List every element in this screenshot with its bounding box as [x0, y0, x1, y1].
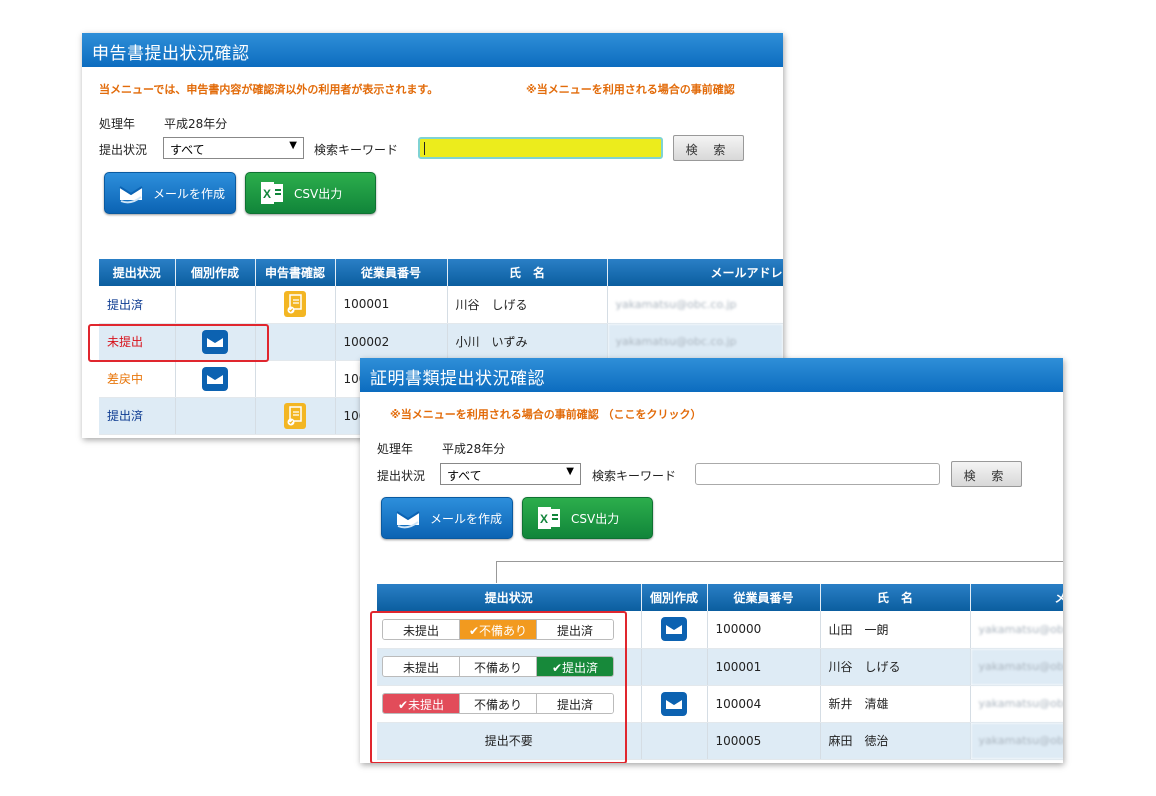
- search-button[interactable]: 検 索: [673, 135, 744, 161]
- keyword-input[interactable]: [418, 137, 663, 159]
- col-header[interactable]: 従業員番号: [707, 584, 821, 611]
- col-header[interactable]: 申告書確認: [255, 259, 336, 286]
- status-select-value: すべて: [170, 143, 205, 157]
- keyword-label: 検索キーワード: [592, 469, 677, 483]
- csv-export-label: CSV出力: [294, 186, 343, 201]
- col-header[interactable]: メ: [970, 584, 1063, 611]
- status-select[interactable]: すべて ▼: [163, 137, 304, 159]
- pre-check-link[interactable]: ※当メニューを利用される場合の事前確認 （ここをクリック）: [390, 406, 702, 422]
- status-cell: 提出済: [99, 397, 176, 435]
- individual-cell: [641, 611, 708, 649]
- name-cell: 川谷 しげる: [447, 286, 608, 324]
- email-cell: yakamatsu@obc.co.jp: [970, 648, 1063, 686]
- status-label: 提出状況: [99, 143, 148, 157]
- svg-text:X: X: [263, 187, 271, 201]
- status-select[interactable]: すべて ▼: [440, 463, 581, 485]
- csv-export-button[interactable]: X CSV出力: [522, 497, 653, 539]
- mail-icon[interactable]: [661, 617, 687, 642]
- mail-icon: [394, 506, 422, 530]
- mail-icon[interactable]: [202, 366, 228, 391]
- divider-line: [496, 561, 497, 583]
- year-label: 処理年: [377, 442, 414, 456]
- svg-text:X: X: [540, 512, 548, 526]
- emp-no-cell: 100000: [707, 611, 821, 649]
- individual-cell: [175, 286, 256, 324]
- highlight-box: [370, 611, 627, 763]
- panel-title: 申告書提出状況確認: [82, 33, 783, 67]
- create-mail-label: メールを作成: [430, 511, 503, 526]
- notice-text: 当メニューでは、申告書内容が確認済以外の利用者が表示されます。: [99, 83, 439, 96]
- email-cell: yakamatsu@obc.co.jp: [970, 611, 1063, 649]
- mail-icon[interactable]: [661, 691, 687, 716]
- email-cell: yakamatsu@obc.co.jp: [970, 722, 1063, 760]
- create-mail-label: メールを作成: [153, 186, 226, 201]
- text-caret: [424, 142, 425, 155]
- individual-cell: [641, 722, 708, 760]
- doc-cell: [255, 397, 336, 435]
- individual-cell: [641, 685, 708, 723]
- excel-icon: X: [535, 506, 563, 530]
- table-row: 提出済 100001 川谷 しげる yakamatsu@obc.co.jp: [99, 286, 783, 324]
- status-cell: 差戻中: [99, 360, 176, 398]
- csv-export-button[interactable]: X CSV出力: [245, 172, 376, 214]
- doc-cell: [255, 360, 336, 398]
- name-cell: 新井 清雄: [820, 685, 971, 723]
- individual-cell: [175, 360, 256, 398]
- table-header-row: 提出状況 個別作成 従業員番号 氏 名 メ: [377, 584, 1063, 611]
- col-header[interactable]: 従業員番号: [335, 259, 448, 286]
- pre-check-link[interactable]: ※当メニューを利用される場合の事前確認: [526, 81, 735, 97]
- year-value: 平成28年分: [442, 442, 506, 456]
- search-button[interactable]: 検 索: [951, 461, 1022, 487]
- emp-no-cell: 100001: [335, 286, 448, 324]
- year-label: 処理年: [99, 117, 136, 131]
- csv-export-label: CSV出力: [571, 511, 620, 526]
- highlight-box: [88, 324, 269, 362]
- col-header[interactable]: 氏 名: [820, 584, 971, 611]
- create-mail-button[interactable]: メールを作成: [381, 497, 513, 539]
- mail-icon: [117, 181, 145, 205]
- emp-no-cell: 100005: [707, 722, 821, 760]
- name-cell: 小川 いずみ: [447, 323, 608, 361]
- individual-cell: [641, 648, 708, 686]
- email-cell: yakamatsu@obc.co.jp: [970, 685, 1063, 723]
- document-check-icon[interactable]: [284, 291, 306, 318]
- name-cell: 麻田 徳治: [820, 722, 971, 760]
- emp-no-cell: 100004: [707, 685, 821, 723]
- col-header[interactable]: 個別作成: [641, 584, 708, 611]
- individual-cell: [175, 397, 256, 435]
- col-header[interactable]: 氏 名: [447, 259, 608, 286]
- emp-no-cell: 100001: [707, 648, 821, 686]
- email-cell: yakamatsu@obc.co.jp: [607, 286, 783, 324]
- document-check-icon[interactable]: [284, 402, 306, 429]
- year-value: 平成28年分: [164, 117, 228, 131]
- status-label: 提出状況: [377, 469, 426, 483]
- keyword-input[interactable]: [695, 463, 940, 485]
- table-header-row: 提出状況 個別作成 申告書確認 従業員番号 氏 名 メールアドレ: [99, 259, 783, 286]
- excel-icon: X: [258, 181, 286, 205]
- status-cell: 提出済: [99, 286, 176, 324]
- col-header[interactable]: 提出状況: [377, 584, 642, 611]
- emp-no-cell: 100002: [335, 323, 448, 361]
- status-select-value: すべて: [447, 469, 482, 483]
- email-cell: yakamatsu@obc.co.jp: [607, 323, 783, 361]
- create-mail-button[interactable]: メールを作成: [104, 172, 236, 214]
- col-header[interactable]: 個別作成: [175, 259, 256, 286]
- panel-title: 証明書類提出状況確認: [360, 358, 1063, 392]
- doc-cell: [255, 286, 336, 324]
- name-cell: 山田 一朗: [820, 611, 971, 649]
- keyword-label: 検索キーワード: [314, 143, 399, 157]
- col-header[interactable]: メールアドレ: [607, 259, 783, 286]
- col-header[interactable]: 提出状況: [99, 259, 176, 286]
- dropdown-arrow-icon: ▼: [289, 140, 297, 151]
- dropdown-arrow-icon: ▼: [566, 466, 574, 477]
- divider-line: [496, 561, 1063, 562]
- certificate-status-panel: 証明書類提出状況確認 ※当メニューを利用される場合の事前確認 （ここをクリック）…: [360, 358, 1063, 763]
- name-cell: 川谷 しげる: [820, 648, 971, 686]
